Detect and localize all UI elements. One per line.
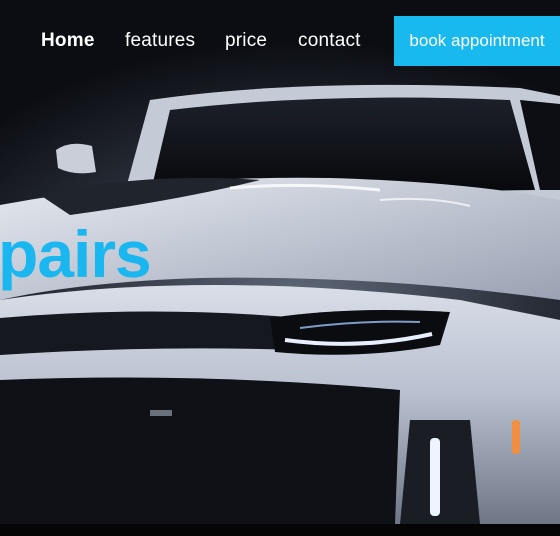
nav-link-features[interactable]: features	[125, 30, 195, 52]
nav-link-contact[interactable]: contact	[298, 30, 361, 52]
nav-link-home[interactable]: Home	[41, 30, 95, 52]
book-appointment-button[interactable]: book appointment	[394, 16, 560, 66]
hero-headline: pairs	[0, 217, 152, 291]
bottom-strip	[0, 524, 560, 536]
main-nav: Home features price contact book appoint…	[0, 16, 560, 66]
hero-section: Home features price contact book appoint…	[0, 0, 560, 524]
nav-link-price[interactable]: price	[225, 30, 267, 52]
